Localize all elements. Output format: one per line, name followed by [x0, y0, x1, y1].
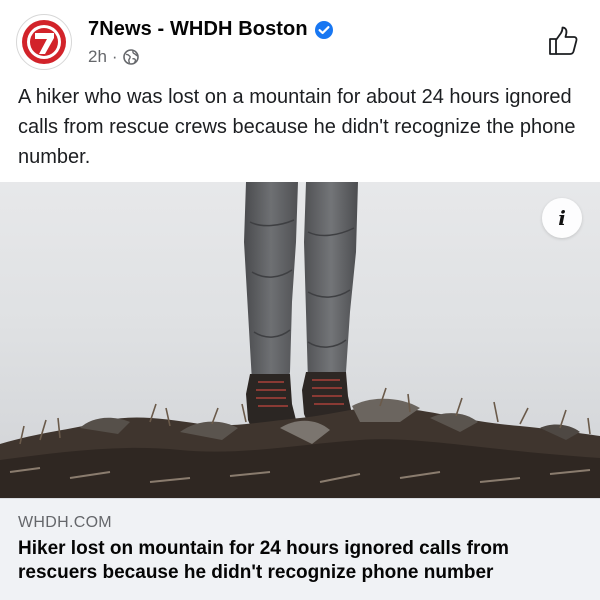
post-header: 7News - WHDH Boston 2h ·: [16, 10, 584, 72]
page-name-row: 7News - WHDH Boston: [88, 18, 334, 41]
7news-logo-icon: [22, 20, 66, 64]
right-leg: [304, 182, 358, 382]
page-avatar[interactable]: [16, 14, 72, 70]
post-image[interactable]: i: [0, 182, 600, 498]
post-meta: 2h ·: [88, 47, 139, 67]
hiker-boots-photo: [0, 182, 600, 498]
globe-icon[interactable]: [122, 49, 139, 65]
meta-separator: ·: [111, 47, 118, 66]
info-icon[interactable]: i: [542, 198, 582, 238]
facebook-post: 7News - WHDH Boston 2h · A hiker who was…: [0, 0, 600, 600]
link-headline[interactable]: Hiker lost on mountain for 24 hours igno…: [18, 537, 584, 585]
link-domain: WHDH.COM: [18, 514, 112, 531]
thumbs-up-icon[interactable]: [546, 24, 580, 58]
post-timestamp[interactable]: 2h: [88, 47, 107, 67]
page-name[interactable]: 7News - WHDH Boston: [88, 18, 308, 41]
link-preview[interactable]: WHDH.COM Hiker lost on mountain for 24 h…: [0, 498, 600, 600]
post-caption: A hiker who was lost on a mountain for a…: [18, 86, 576, 168]
verified-badge-icon: [314, 20, 333, 39]
left-leg: [244, 182, 298, 382]
